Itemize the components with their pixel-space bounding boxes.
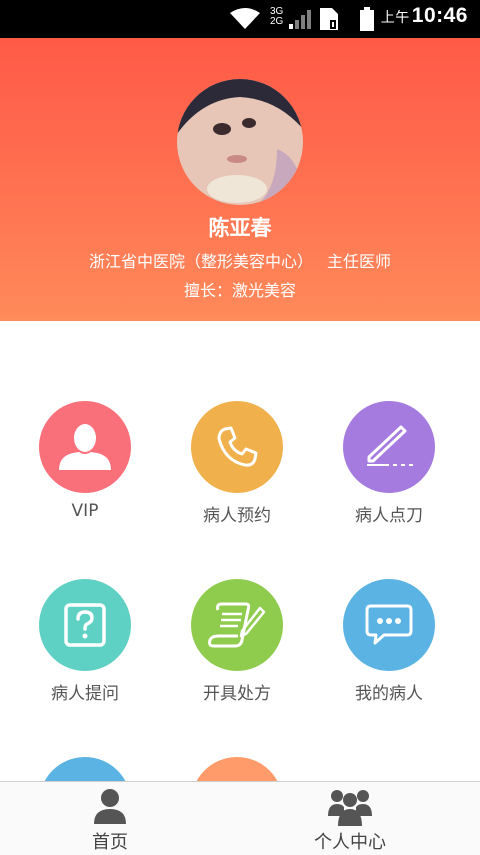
chat-bubble-icon [365, 604, 413, 645]
battery-icon [360, 7, 374, 31]
nav-home-label: 首页 [92, 832, 128, 853]
hospital-name: 浙江省中医院（整形美容中心） [88, 252, 313, 271]
nav-profile-center[interactable]: 个人中心 [230, 782, 470, 855]
grid-item-vip[interactable]: VIP [9, 401, 161, 521]
vip-circle [39, 401, 131, 493]
appointment-circle [191, 401, 283, 493]
home-person-icon [0, 788, 230, 828]
question-icon [64, 603, 106, 647]
questions-circle [39, 579, 131, 671]
person-icon [59, 424, 111, 470]
doctor-title: 主任医师 [327, 252, 392, 271]
signal-icon [289, 10, 311, 29]
my-patients-circle [343, 579, 435, 671]
nav-home[interactable]: 首页 [0, 782, 230, 855]
grid-item-scalpel[interactable]: 病人点刀 [313, 401, 465, 526]
doctor-name: 陈亚春 [208, 216, 272, 240]
nav-profile-center-label: 个人中心 [314, 832, 386, 853]
prescription-circle [191, 579, 283, 671]
phone-icon [217, 426, 258, 467]
grid-label-vip: VIP [71, 501, 99, 521]
profile-header: 陈亚春 浙江省中医院（整形美容中心） 主任医师 擅长：激光美容 [0, 38, 480, 321]
bottom-nav: 首页 个人中心 [0, 781, 480, 855]
status-bar: 3G 2G 上午10:46 [0, 0, 480, 38]
group-icon [230, 786, 470, 830]
sim-icon [320, 8, 338, 30]
avatar[interactable] [177, 79, 303, 205]
grid-item-my-patients[interactable]: 我的病人 [313, 579, 465, 704]
grid-label-my-patients: 我的病人 [355, 684, 423, 704]
grid-label-appointment: 病人预约 [203, 506, 271, 526]
scalpel-circle [343, 401, 435, 493]
avatar-photo [177, 79, 303, 205]
hospital-line: 浙江省中医院（整形美容中心） 主任医师 [0, 248, 480, 272]
grid-label-scalpel: 病人点刀 [355, 506, 423, 526]
grid-item-questions[interactable]: 病人提问 [9, 579, 161, 704]
network-label-2g: 2G [270, 16, 284, 27]
scalpel-icon [367, 425, 413, 466]
clock: 上午10:46 [381, 4, 468, 28]
clock-time: 10:46 [411, 4, 468, 27]
grid-item-prescription[interactable]: 开具处方 [161, 579, 313, 704]
grid-label-prescription: 开具处方 [203, 684, 271, 704]
network-type-icon: 3G 2G [270, 7, 283, 27]
clock-ampm: 上午 [380, 9, 410, 25]
prescription-icon [208, 602, 266, 648]
grid-item-appointment[interactable]: 病人预约 [161, 401, 313, 526]
wifi-icon [230, 8, 260, 29]
grid-label-questions: 病人提问 [51, 684, 119, 704]
doctor-specialty: 擅长：激光美容 [183, 281, 296, 300]
